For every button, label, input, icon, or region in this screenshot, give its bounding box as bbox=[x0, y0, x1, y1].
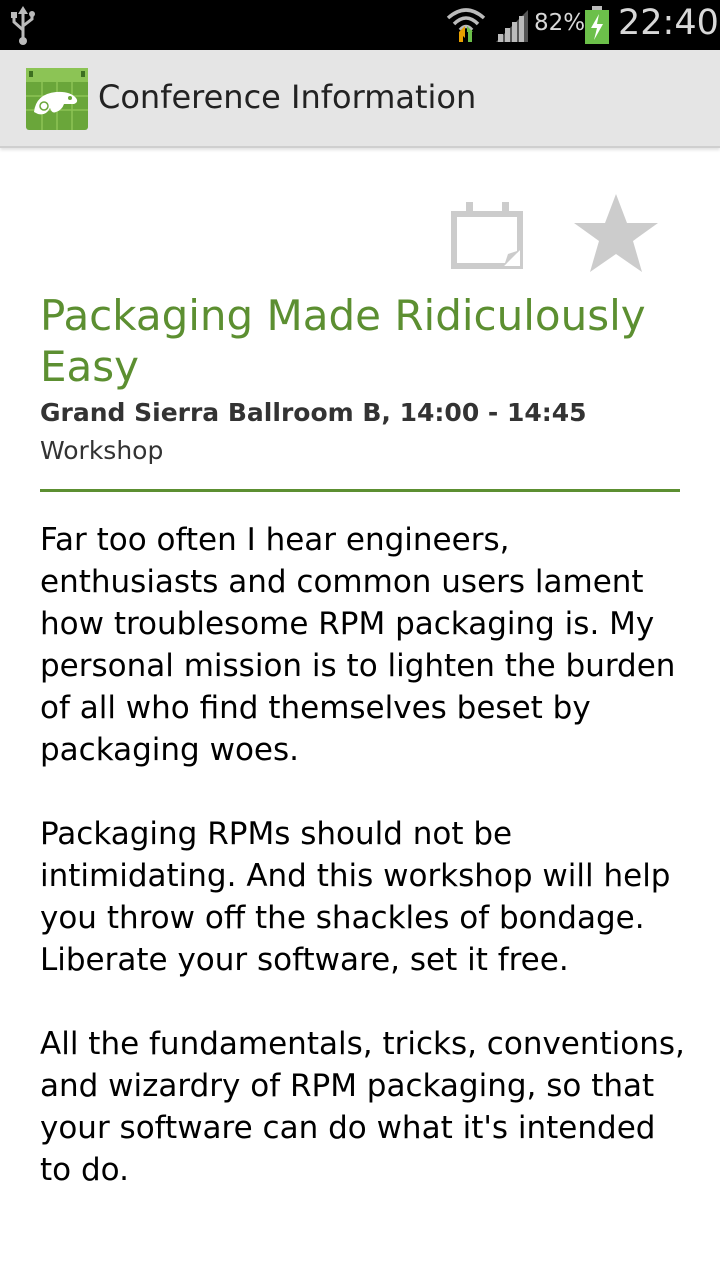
star-icon[interactable] bbox=[560, 192, 672, 276]
battery-charging-icon bbox=[585, 6, 609, 44]
session-title: Packaging Made Ridiculously Easy bbox=[40, 291, 646, 391]
usb-icon bbox=[11, 6, 35, 45]
signal-icon bbox=[496, 10, 528, 42]
abstract-paragraph: Far too often I hear engineers, enthusia… bbox=[40, 522, 676, 768]
wifi-icon bbox=[446, 8, 486, 42]
app-title: Conference Information bbox=[98, 78, 477, 116]
calendar-icon[interactable] bbox=[448, 200, 528, 270]
divider bbox=[40, 489, 680, 492]
session-type: Workshop bbox=[40, 436, 164, 465]
abstract-paragraph: Packaging RPMs should not be intimidatin… bbox=[40, 816, 671, 978]
action-bar: Conference Information bbox=[0, 50, 720, 148]
status-bar: 82% 22:40 bbox=[0, 0, 720, 50]
battery-percentage: 82% bbox=[534, 10, 586, 36]
opensuse-chameleon-calendar-icon[interactable] bbox=[26, 68, 88, 130]
clock: 22:40 bbox=[618, 3, 719, 43]
abstract-paragraph: All the fundamentals, tricks, convention… bbox=[40, 1026, 685, 1188]
session-location-time: Grand Sierra Ballroom B, 14:00 - 14:45 bbox=[40, 398, 587, 427]
session-abstract: Far too often I hear engineers, enthusia… bbox=[40, 519, 690, 1233]
